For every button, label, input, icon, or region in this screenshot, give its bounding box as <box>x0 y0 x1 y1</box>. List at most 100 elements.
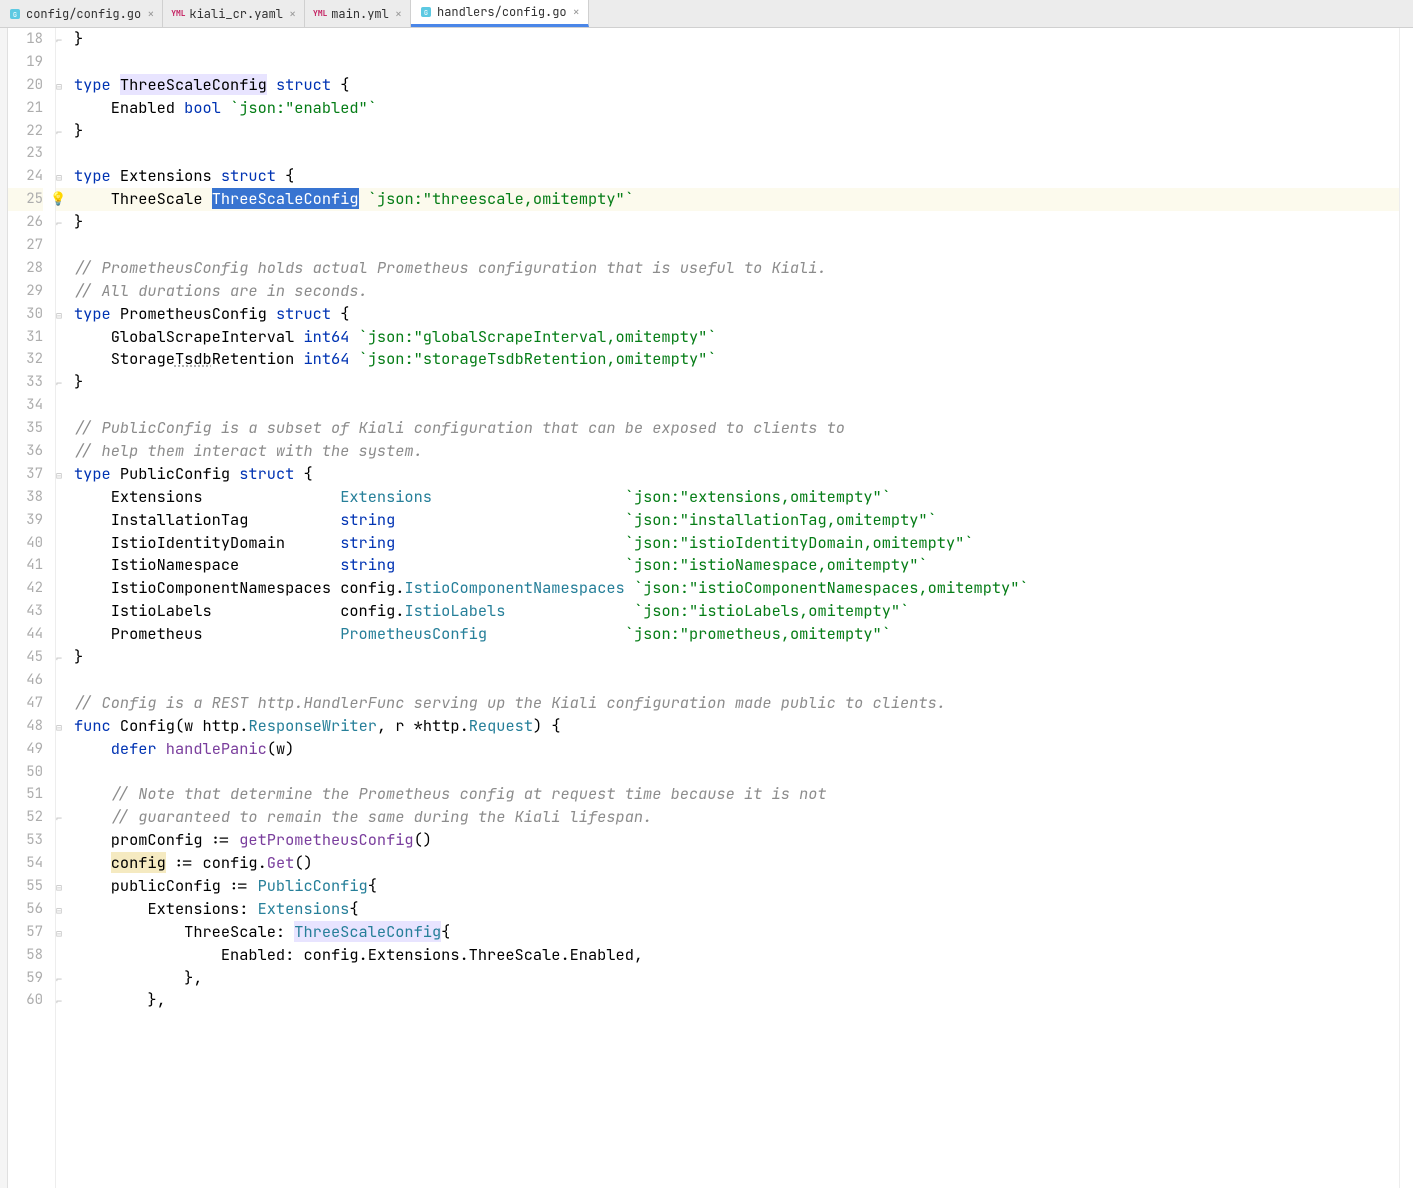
fold-marker[interactable] <box>56 348 70 371</box>
fold-marker[interactable]: ⌐ <box>56 806 70 829</box>
code-line[interactable] <box>70 669 1399 692</box>
code-line[interactable]: InstallationTag string `json:"installati… <box>70 509 1399 532</box>
tab-label: handlers/config.go <box>437 4 567 20</box>
fold-marker[interactable] <box>56 142 70 165</box>
fold-marker[interactable] <box>56 852 70 875</box>
code-line[interactable]: StorageTsdbRetention int64 `json:"storag… <box>70 348 1399 371</box>
fold-marker[interactable]: ⌐ <box>56 211 70 234</box>
code-line[interactable]: type PublicConfig struct { <box>70 463 1399 486</box>
fold-marker[interactable] <box>56 600 70 623</box>
fold-marker[interactable] <box>56 669 70 692</box>
code-line[interactable]: } <box>70 28 1399 51</box>
code-line[interactable]: } <box>70 646 1399 669</box>
fold-marker[interactable] <box>56 257 70 280</box>
code-line[interactable]: type PrometheusConfig struct { <box>70 303 1399 326</box>
code-line[interactable]: IstioNamespace string `json:"istioNamesp… <box>70 554 1399 577</box>
code-line[interactable] <box>70 51 1399 74</box>
code-line[interactable] <box>70 394 1399 417</box>
code-line[interactable]: publicConfig := PublicConfig{ <box>70 875 1399 898</box>
code-line[interactable]: config := config.Get() <box>70 852 1399 875</box>
fold-marker[interactable] <box>56 51 70 74</box>
fold-marker[interactable] <box>56 577 70 600</box>
code-line[interactable]: }, <box>70 967 1399 990</box>
fold-marker[interactable] <box>56 97 70 120</box>
code-line[interactable]: GlobalScrapeInterval int64 `json:"global… <box>70 326 1399 349</box>
code-line[interactable]: func Config(w http.ResponseWriter, r *ht… <box>70 715 1399 738</box>
code-editor[interactable]: 1819202122232425262728293031323334353637… <box>0 28 1413 1188</box>
fold-marker[interactable] <box>56 761 70 784</box>
code-line[interactable]: IstioIdentityDomain string `json:"istioI… <box>70 532 1399 555</box>
fold-marker[interactable] <box>56 234 70 257</box>
fold-marker[interactable] <box>56 623 70 646</box>
code-line[interactable] <box>70 234 1399 257</box>
code-line[interactable]: // guaranteed to remain the same during … <box>70 806 1399 829</box>
code-line[interactable] <box>70 761 1399 784</box>
fold-marker[interactable] <box>56 326 70 349</box>
code-line[interactable] <box>70 142 1399 165</box>
fold-marker[interactable]: ⌐ <box>56 967 70 990</box>
code-line[interactable]: type ThreeScaleConfig struct { <box>70 74 1399 97</box>
close-icon[interactable]: × <box>395 6 402 22</box>
code-line[interactable]: } <box>70 211 1399 234</box>
fold-marker[interactable] <box>56 692 70 715</box>
code-line[interactable]: type Extensions struct { <box>70 165 1399 188</box>
code-line[interactable]: defer handlePanic(w) <box>70 738 1399 761</box>
tab-kiali-cr-yaml[interactable]: YML kiali_cr.yaml × <box>163 0 305 27</box>
fold-marker[interactable]: ⊟ <box>56 74 70 97</box>
line-number: 27 <box>8 234 43 257</box>
fold-marker[interactable]: ⌐ <box>56 646 70 669</box>
fold-marker[interactable]: ⊟ <box>56 165 70 188</box>
code-line[interactable]: 💡 ThreeScale ThreeScaleConfig `json:"thr… <box>70 188 1399 211</box>
fold-marker[interactable] <box>56 783 70 806</box>
code-line[interactable]: // PrometheusConfig holds actual Prometh… <box>70 257 1399 280</box>
fold-marker[interactable] <box>56 509 70 532</box>
fold-marker[interactable]: ⊟ <box>56 463 70 486</box>
fold-marker[interactable] <box>56 440 70 463</box>
code-area[interactable]: } type ThreeScaleConfig struct { Enabled … <box>70 28 1399 1188</box>
code-line[interactable]: // All durations are in seconds. <box>70 280 1399 303</box>
code-line[interactable]: Enabled bool `json:"enabled"` <box>70 97 1399 120</box>
intention-bulb-icon[interactable]: 💡 <box>50 188 66 211</box>
fold-marker[interactable] <box>56 738 70 761</box>
fold-marker[interactable]: ⊟ <box>56 303 70 326</box>
fold-marker[interactable] <box>56 532 70 555</box>
fold-marker[interactable] <box>56 417 70 440</box>
fold-marker[interactable]: ⌐ <box>56 371 70 394</box>
fold-marker[interactable] <box>56 394 70 417</box>
code-line[interactable]: // Config is a REST http.HandlerFunc ser… <box>70 692 1399 715</box>
fold-marker[interactable] <box>56 829 70 852</box>
close-icon[interactable]: × <box>573 4 580 20</box>
code-line[interactable]: promConfig := getPrometheusConfig() <box>70 829 1399 852</box>
code-line[interactable]: ThreeScale: ThreeScaleConfig{ <box>70 921 1399 944</box>
fold-marker[interactable] <box>56 280 70 303</box>
tab-main-yml[interactable]: YML main.yml × <box>305 0 411 27</box>
code-line[interactable]: // help them interact with the system. <box>70 440 1399 463</box>
fold-marker[interactable] <box>56 944 70 967</box>
fold-marker[interactable]: ⊟ <box>56 921 70 944</box>
code-line[interactable]: IstioLabels config.IstioLabels `json:"is… <box>70 600 1399 623</box>
code-line[interactable]: // Note that determine the Prometheus co… <box>70 783 1399 806</box>
right-marker-gutter[interactable] <box>1399 28 1413 1188</box>
code-line[interactable]: Extensions: Extensions{ <box>70 898 1399 921</box>
fold-marker[interactable]: ⊟ <box>56 898 70 921</box>
tab-handlers-config-go[interactable]: G handlers/config.go × <box>411 0 589 27</box>
fold-marker[interactable]: ⌐ <box>56 28 70 51</box>
fold-marker[interactable] <box>56 554 70 577</box>
close-icon[interactable]: × <box>147 6 154 22</box>
fold-marker[interactable] <box>56 486 70 509</box>
code-line[interactable]: Extensions Extensions `json:"extensions,… <box>70 486 1399 509</box>
left-scrollbar-strip[interactable] <box>0 28 8 1188</box>
code-line[interactable]: Enabled: config.Extensions.ThreeScale.En… <box>70 944 1399 967</box>
code-line[interactable]: } <box>70 371 1399 394</box>
code-line[interactable]: }, <box>70 989 1399 1012</box>
fold-marker[interactable]: ⊟ <box>56 715 70 738</box>
code-line[interactable]: // PublicConfig is a subset of Kiali con… <box>70 417 1399 440</box>
code-line[interactable]: } <box>70 120 1399 143</box>
fold-marker[interactable]: ⌐ <box>56 989 70 1012</box>
close-icon[interactable]: × <box>289 6 296 22</box>
code-line[interactable]: IstioComponentNamespaces config.IstioCom… <box>70 577 1399 600</box>
tab-config-config-go[interactable]: G config/config.go × <box>0 0 163 27</box>
code-line[interactable]: Prometheus PrometheusConfig `json:"prome… <box>70 623 1399 646</box>
fold-marker[interactable]: ⊟ <box>56 875 70 898</box>
fold-marker[interactable]: ⌐ <box>56 120 70 143</box>
